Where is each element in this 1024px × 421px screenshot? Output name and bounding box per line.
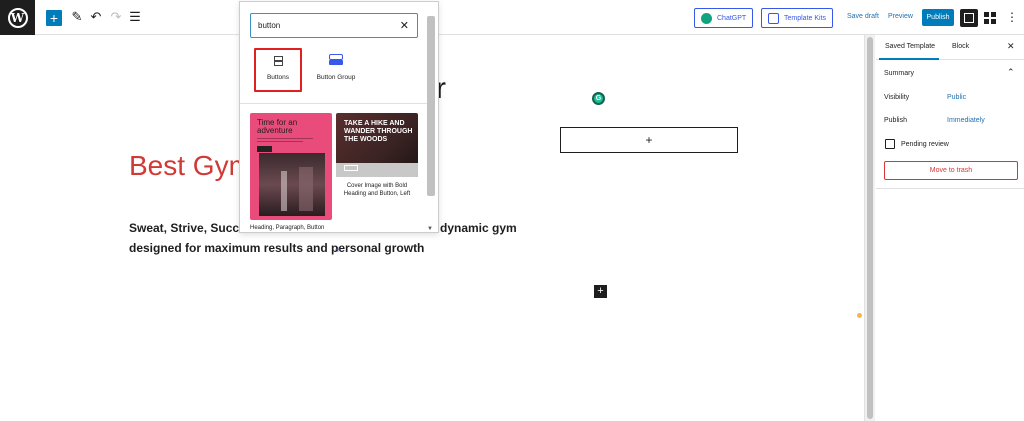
edit-tools-icon[interactable]: ✎	[69, 9, 85, 25]
panel-divider	[876, 188, 1024, 189]
buttons-icon	[272, 56, 284, 66]
chatgpt-icon	[701, 12, 712, 24]
pattern-preview-text-line	[257, 138, 313, 139]
block-item-label: Button Group	[316, 74, 356, 81]
inserter-scrollbar[interactable]: ▼	[427, 10, 435, 232]
pending-review-checkbox[interactable]	[885, 139, 895, 149]
preview-button[interactable]: Preview	[888, 13, 913, 20]
tab-saved-template[interactable]: Saved Template	[885, 43, 935, 50]
block-search-input[interactable]: button ✕	[250, 13, 418, 38]
summary-panel-title[interactable]: Summary	[884, 70, 914, 77]
block-search-value: button	[258, 21, 281, 30]
block-item-buttons[interactable]: Buttons	[254, 48, 302, 92]
pattern-preview-text-line	[257, 141, 303, 142]
block-inserter-toggle-button[interactable]: +	[46, 10, 62, 26]
block-item-label: Buttons	[266, 74, 290, 81]
button-group-icon	[329, 54, 343, 66]
undo-icon[interactable]: ↶	[88, 9, 104, 25]
more-options-icon[interactable]: ⋮	[1006, 10, 1018, 24]
grammarly-icon[interactable]: G	[592, 92, 605, 105]
save-draft-button[interactable]: Save draft	[847, 13, 879, 20]
pattern-caption: Cover Image with Bold Heading and Button…	[343, 183, 411, 197]
chatgpt-label: ChatGPT	[717, 14, 747, 22]
block-item-button-group[interactable]: Button Group	[310, 48, 362, 92]
scroll-down-icon[interactable]: ▼	[427, 226, 433, 232]
chatgpt-button[interactable]: ChatGPT	[694, 8, 754, 28]
canvas-scrollbar[interactable]	[864, 35, 875, 421]
tab-block[interactable]: Block	[952, 43, 969, 50]
pattern-item-hike[interactable]: TAKE A HIKE AND WANDER THROUGH THE WOODS	[336, 113, 418, 177]
block-appender-button[interactable]: +	[560, 127, 738, 153]
inserter-scrollbar-thumb[interactable]	[427, 16, 435, 196]
pattern-preview-button	[344, 165, 358, 171]
publish-label: Publish	[884, 117, 907, 124]
settings-sidebar: Saved Template Block ✕ Summary ⌃ Visibil…	[876, 35, 1024, 421]
editor-window: W + ✎ ↶ ↷ ☰ ChatGPT Template Kits Save d…	[0, 0, 1024, 421]
canvas-scrollbar-thumb[interactable]	[867, 37, 873, 419]
pattern-preview-button	[257, 146, 272, 152]
template-kits-label: Template Kits	[784, 14, 827, 22]
add-block-button[interactable]: +	[594, 285, 607, 298]
mouse-cursor-icon: +	[335, 245, 341, 256]
status-dot	[857, 313, 862, 318]
paragraph-line-1-end: dynamic gym	[440, 221, 517, 235]
pattern-caption: Heading, Paragraph, Button	[250, 225, 325, 231]
block-inserter-popover: button ✕ Buttons Button Group Time for a…	[239, 1, 439, 233]
block-patterns-icon[interactable]	[981, 9, 999, 27]
template-kits-icon	[768, 12, 779, 24]
pattern-item-adventure[interactable]: Time for an adventure	[250, 113, 332, 220]
settings-sidebar-toggle-icon[interactable]	[960, 9, 978, 27]
pattern-preview-title: Time for an adventure	[257, 118, 298, 135]
redo-icon[interactable]: ↷	[108, 9, 124, 25]
pattern-preview-title: TAKE A HIKE AND WANDER THROUGH THE WOODS	[344, 120, 413, 143]
paragraph-line-2: designed for maximum results and persona…	[129, 241, 425, 255]
visibility-value-link[interactable]: Public	[947, 94, 966, 101]
move-to-trash-button[interactable]: Move to trash	[884, 161, 1018, 180]
active-tab-indicator	[879, 58, 939, 60]
template-kits-button[interactable]: Template Kits	[761, 8, 834, 28]
wordpress-icon: W	[7, 7, 28, 28]
pending-review-label[interactable]: Pending review	[901, 141, 949, 148]
publish-date-link[interactable]: Immediately	[947, 117, 985, 124]
pattern-preview-image	[259, 153, 325, 216]
top-toolbar: W + ✎ ↶ ↷ ☰ ChatGPT Template Kits Save d…	[0, 0, 1024, 35]
chevron-up-icon[interactable]: ⌃	[1007, 67, 1015, 78]
wordpress-logo-button[interactable]: W	[0, 0, 35, 35]
inserter-divider	[240, 103, 430, 104]
heading-block[interactable]: Best Gym	[129, 150, 252, 182]
visibility-label: Visibility	[884, 94, 910, 101]
publish-button[interactable]: Publish	[922, 9, 954, 26]
clear-search-icon[interactable]: ✕	[400, 19, 409, 32]
settings-tabs: Saved Template Block ✕	[876, 35, 1024, 60]
document-overview-icon[interactable]: ☰	[127, 9, 143, 25]
close-icon[interactable]: ✕	[1007, 41, 1015, 52]
